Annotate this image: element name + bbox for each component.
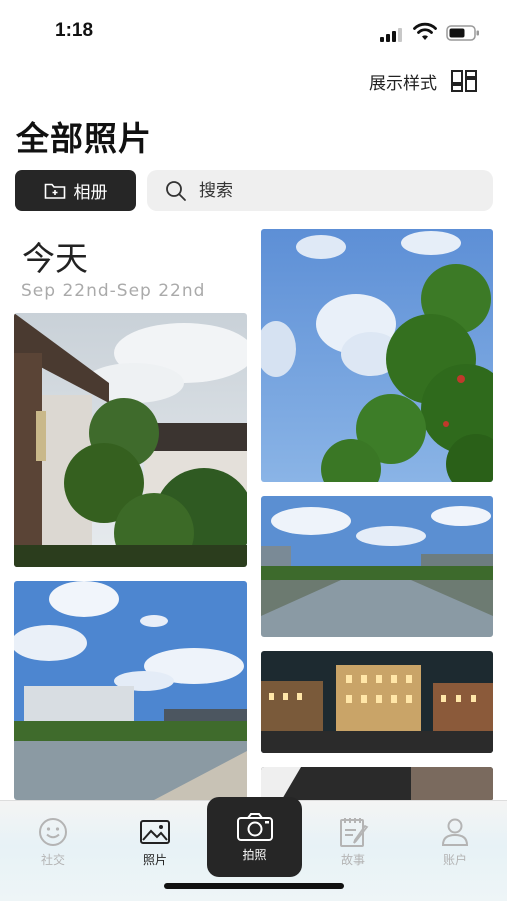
- cellular-signal-icon: [380, 28, 402, 42]
- page-title: 全部照片: [16, 119, 152, 158]
- status-bar: 1:18: [0, 0, 507, 62]
- nav-label: 故事: [340, 853, 365, 867]
- layout-grid-icon: [451, 70, 477, 92]
- battery-icon: [446, 25, 479, 41]
- photo-thumbnail[interactable]: [261, 229, 493, 482]
- nav-account[interactable]: 账户: [420, 815, 490, 868]
- nav-label: 社交: [40, 853, 65, 867]
- wifi-icon: [413, 22, 437, 40]
- smiley-icon: [39, 818, 67, 846]
- home-indicator[interactable]: [164, 883, 344, 889]
- photo-thumbnail[interactable]: [261, 496, 493, 637]
- photo-thumbnail[interactable]: [14, 313, 247, 567]
- display-style-label: 展示样式: [369, 73, 437, 94]
- image-icon: [140, 820, 170, 844]
- search-icon: [166, 180, 186, 201]
- status-time: 1:18: [55, 20, 94, 41]
- camera-icon: [236, 812, 273, 841]
- nav-photos[interactable]: 照片: [120, 815, 190, 868]
- search-input[interactable]: [197, 179, 481, 202]
- nav-label: 照片: [142, 853, 167, 867]
- photo-thumbnail[interactable]: [261, 767, 493, 801]
- album-button[interactable]: 相册: [15, 170, 136, 211]
- person-icon: [441, 818, 469, 846]
- nav-label: 拍照: [242, 847, 267, 862]
- album-label: 相册: [73, 183, 108, 203]
- nav-label: 账户: [442, 853, 467, 867]
- nav-stories[interactable]: 故事: [318, 815, 388, 868]
- section-date-range: Sep 22nd-Sep 22nd: [21, 281, 206, 301]
- display-style-button[interactable]: 展示样式: [369, 66, 477, 96]
- nav-social[interactable]: 社交: [18, 815, 88, 868]
- section-title: 今天: [22, 239, 88, 278]
- notebook-icon: [340, 818, 369, 847]
- folder-add-icon: [44, 183, 65, 199]
- search-bar[interactable]: [147, 170, 493, 211]
- photo-thumbnail[interactable]: [261, 651, 493, 753]
- photo-thumbnail[interactable]: [14, 581, 247, 800]
- nav-camera[interactable]: 拍照: [207, 797, 302, 877]
